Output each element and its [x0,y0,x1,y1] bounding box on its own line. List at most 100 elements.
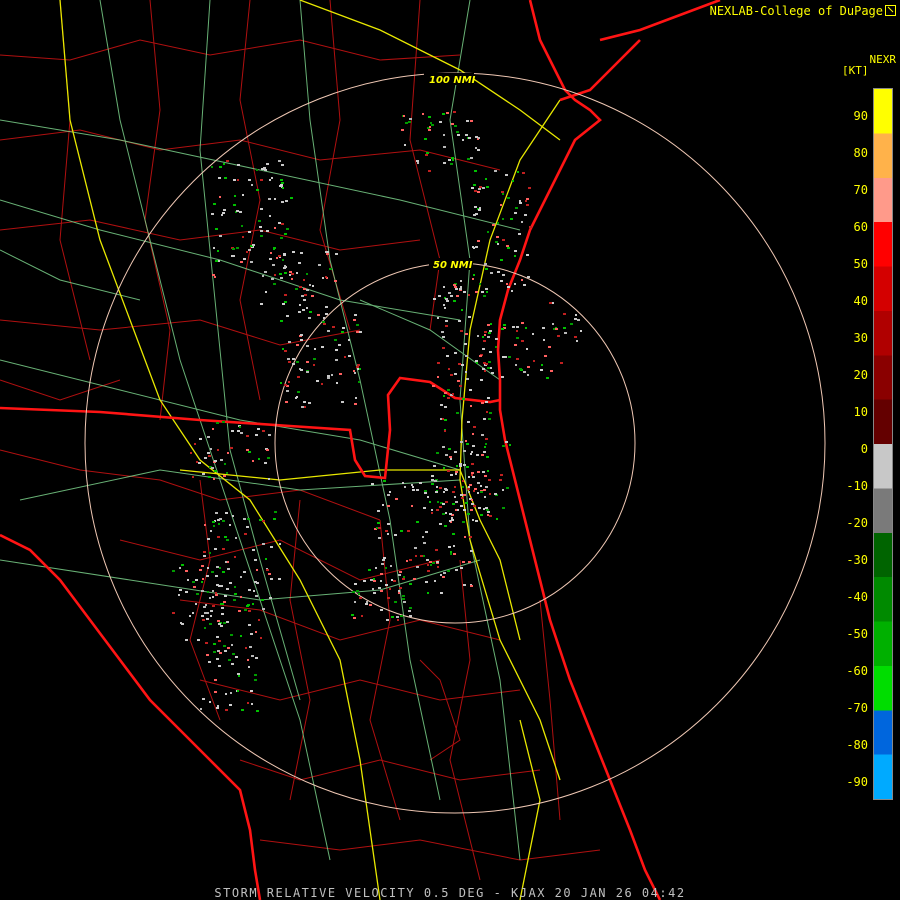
echo-pixel [483,489,486,491]
echo-pixel [399,571,402,573]
echo-pixel [485,401,488,403]
scale-tick: -80 [846,738,868,752]
echo-pixel [359,368,361,370]
echo-pixel [252,244,255,246]
echo-pixel [214,679,217,681]
echo-pixel [452,159,454,161]
echo-pixel [179,589,182,591]
echo-pixel [212,596,214,598]
echo-pixel [416,566,419,568]
echo-pixel [400,615,403,617]
echo-pixel [473,214,476,216]
echo-pixel [474,206,477,208]
echo-pixel [252,460,254,462]
echo-pixel [271,177,273,179]
echo-pixel [287,358,290,360]
echo-pixel [500,204,502,206]
echo-pixel [496,236,499,238]
echo-pixel [221,214,223,216]
echo-pixel [211,571,214,573]
echo-pixel [296,361,299,363]
echo-pixel [390,565,392,567]
echo-pixel [436,452,439,454]
echo-pixel [455,288,458,290]
echo-pixel [502,193,504,195]
echo-pixel [510,218,513,220]
echo-pixel [482,348,485,350]
echo-pixel [334,339,337,341]
echo-pixel [229,582,232,584]
echo-pixel [356,590,359,592]
echo-pixel [261,599,264,601]
echo-pixel [451,517,453,519]
echo-pixel [515,364,517,366]
scale-tick: 10 [853,405,868,419]
echo-pixel [470,453,472,455]
echo-pixel [457,509,459,511]
echo-pixel [327,330,330,332]
echo-pixel [327,377,330,379]
echo-pixel [211,467,214,469]
echo-pixel [448,368,450,370]
echo-pixel [483,451,486,453]
echo-pixel [213,478,215,480]
echo-pixel [243,258,246,260]
echo-pixel [306,371,309,373]
echo-pixel [254,559,257,561]
echo-pixel [280,184,283,186]
echo-pixel [313,358,316,360]
echo-pixel [356,324,359,326]
echo-pixel [243,571,246,573]
echo-pixel [449,456,452,458]
echo-pixel [484,475,487,477]
echo-pixel [321,346,324,348]
echo-pixel [288,361,291,363]
echo-pixel [172,570,175,572]
echo-pixel [274,227,276,229]
echo-pixel [366,601,368,603]
echo-pixel [298,262,301,264]
scale-tick: -70 [846,701,868,715]
echo-pixel [209,623,212,625]
echo-pixel [472,445,475,447]
echo-pixel [397,619,399,621]
echo-pixel [443,304,445,306]
echo-pixel [373,580,376,582]
echo-pixel [232,248,235,250]
echo-pixel [550,370,553,372]
echo-pixel [408,610,411,612]
echo-pixel [458,363,461,365]
product-footer: STORM RELATIVE VELOCITY 0.5 DEG - KJAX 2… [214,886,686,900]
echo-pixel [436,561,439,563]
echo-pixel [518,233,521,235]
echo-pixel [260,208,263,210]
echo-pixel [247,518,250,520]
echo-pixel [474,190,477,192]
echo-pixel [444,430,446,432]
echo-pixel [253,590,255,592]
echo-pixel [227,452,229,454]
echo-pixel [477,149,480,151]
echo-pixel [263,167,266,169]
echo-pixel [440,574,442,576]
echo-pixel [303,279,305,281]
echo-pixel [270,252,272,254]
echo-pixel [452,503,455,505]
echo-pixel [288,381,290,383]
echo-pixel [455,471,458,473]
echo-pixel [232,515,234,517]
echo-pixel [246,526,249,528]
echo-pixel [198,462,201,464]
echo-pixel [240,576,242,578]
echo-pixel [452,533,455,535]
echo-pixel [437,376,439,378]
echo-pixel [265,291,267,293]
echo-pixel [489,351,492,353]
echo-pixel [369,604,372,606]
echo-pixel [409,559,412,561]
echo-pixel [354,403,357,405]
echo-pixel [204,457,207,459]
echo-pixel [459,463,462,465]
echo-pixel [472,433,474,435]
echo-pixel [248,451,251,453]
